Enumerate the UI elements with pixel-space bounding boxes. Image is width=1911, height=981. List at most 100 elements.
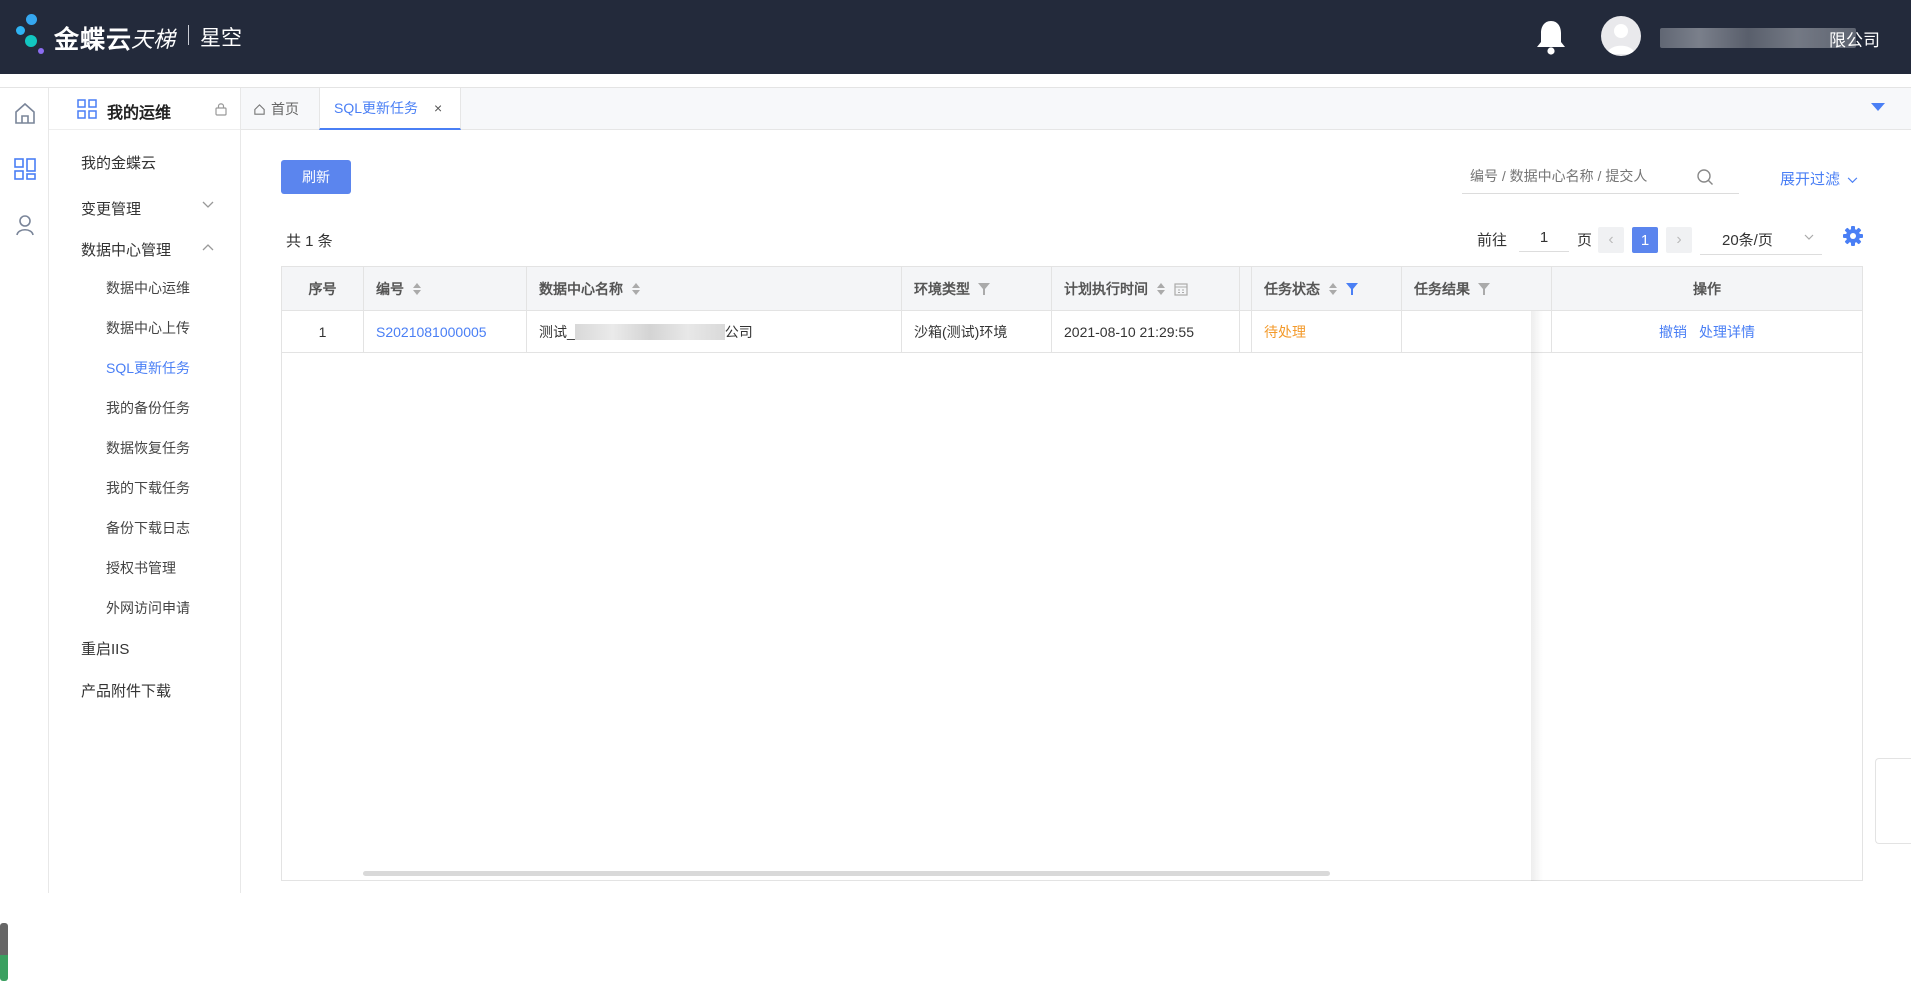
caret-down-icon[interactable] [1871, 103, 1885, 111]
chevron-down-icon[interactable] [202, 201, 214, 209]
col-task-status[interactable]: 任务状态 [1252, 267, 1402, 311]
home-icon [254, 103, 265, 115]
tab-sql-update-tasks-label: SQL更新任务 [334, 100, 419, 116]
expand-filter-button[interactable]: 展开过滤 [1780, 168, 1858, 189]
sql-task-table: 序号 编号 数据中心名称 环境类型 计划执行时间 任务状态 任务结果 操作 1 … [281, 266, 1863, 881]
table-row: 1 S2021081000005 测试_ 公司 沙箱(测试)环境 2021-08… [282, 311, 1862, 353]
col-actions-label: 操作 [1693, 281, 1721, 297]
sidebar-item-external-access-request[interactable]: 外网访问申请 [106, 598, 190, 618]
col-index: 序号 [282, 267, 364, 311]
side-float-panel[interactable] [1875, 758, 1911, 844]
search-icon[interactable] [1696, 168, 1714, 186]
prev-page-button[interactable]: ‹ [1598, 227, 1624, 253]
next-page-button[interactable]: › [1666, 227, 1692, 253]
sidebar-item-my-backup-tasks[interactable]: 我的备份任务 [106, 398, 190, 418]
refresh-button[interactable]: 刷新 [281, 160, 351, 194]
col-task-status-label: 任务状态 [1264, 281, 1320, 297]
cell-env-type: 沙箱(测试)环境 [902, 311, 1052, 353]
col-task-result-label: 任务结果 [1414, 281, 1470, 297]
filter-icon[interactable] [1478, 283, 1490, 295]
close-icon[interactable]: × [434, 100, 442, 116]
gear-icon[interactable] [1842, 225, 1864, 247]
calendar-icon[interactable] [1174, 282, 1188, 296]
chevron-up-icon[interactable] [202, 243, 214, 251]
current-page-button[interactable]: 1 [1632, 227, 1658, 253]
sidebar-title: 我的运维 [107, 105, 172, 122]
sidebar-item-my-kingdee[interactable]: 我的金蝶云 [81, 152, 156, 173]
dc-name-suffix: 公司 [724, 324, 753, 340]
sidebar-item-datacenter-upload[interactable]: 数据中心上传 [106, 318, 190, 338]
sidebar-item-datacenter-ops[interactable]: 数据中心运维 [106, 278, 190, 298]
brand-divider [188, 25, 189, 45]
col-env-type-label: 环境类型 [914, 281, 970, 297]
col-env-type[interactable]: 环境类型 [902, 267, 1052, 311]
cell-code: S2021081000005 [364, 311, 527, 353]
revoke-button[interactable]: 撤销 [1659, 322, 1687, 342]
goto-label: 前往 [1477, 232, 1508, 249]
total-count: 共 1 条 [286, 233, 333, 250]
col-code[interactable]: 编号 [364, 267, 527, 311]
sidebar-item-license-management[interactable]: 授权书管理 [106, 558, 176, 578]
sidebar-item-change-management[interactable]: 变更管理 [81, 198, 141, 219]
page-jump-input[interactable] [1519, 224, 1569, 252]
col-dc-name[interactable]: 数据中心名称 [527, 267, 902, 311]
cell-index: 1 [282, 311, 364, 353]
lock-icon[interactable] [215, 102, 227, 116]
fixed-column-shadow [1531, 311, 1543, 881]
sidebar-item-backup-download-log[interactable]: 备份下载日志 [106, 518, 190, 538]
sidebar-item-product-attachments[interactable]: 产品附件下载 [81, 680, 171, 701]
page-size-value: 20条/页 [1722, 232, 1773, 249]
bell-icon[interactable] [1533, 18, 1569, 56]
header-gap [0, 74, 1911, 88]
sort-icon[interactable] [1156, 282, 1166, 296]
cell-actions: 撤销 处理详情 [1552, 311, 1862, 353]
sidebar-item-my-download-tasks[interactable]: 我的下载任务 [106, 478, 190, 498]
sort-icon[interactable] [631, 282, 641, 296]
sort-icon[interactable] [412, 282, 422, 296]
cell-spacer [1240, 311, 1252, 353]
col-plan-time-label: 计划执行时间 [1064, 281, 1148, 297]
page-unit-label: 页 [1577, 232, 1593, 249]
tab-bar: 首页 SQL更新任务 × [241, 88, 1911, 130]
home-icon[interactable] [12, 100, 38, 126]
expand-filter-label: 展开过滤 [1780, 171, 1841, 188]
sidebar-item-datacenter-management[interactable]: 数据中心管理 [81, 239, 171, 260]
sidebar: 我的运维 我的金蝶云 变更管理 数据中心管理 数据中心运维 数据中心上传 SQL… [49, 88, 241, 893]
brand-name: 金蝶云 [54, 26, 133, 54]
user-company[interactable]: 限公司 [1829, 26, 1880, 51]
col-code-label: 编号 [376, 281, 404, 297]
search-input[interactable] [1462, 160, 1692, 192]
dashboard-icon[interactable] [12, 156, 38, 182]
brand-subname: 天梯 [131, 27, 176, 52]
sidebar-item-restart-iis[interactable]: 重启IIS [81, 638, 129, 659]
filter-icon[interactable] [1346, 283, 1358, 295]
page-size-select[interactable]: 20条/页 [1700, 223, 1822, 255]
user-name-blurred [1660, 28, 1856, 48]
col-spacer [1240, 267, 1252, 311]
sidebar-item-sql-update-tasks[interactable]: SQL更新任务 [106, 358, 190, 378]
icon-rail [0, 88, 49, 981]
tab-sql-update-tasks[interactable]: SQL更新任务 × [319, 88, 461, 130]
col-plan-time[interactable]: 计划执行时间 [1052, 267, 1240, 311]
status-badge: 待处理 [1264, 324, 1306, 340]
col-dc-name-label: 数据中心名称 [539, 281, 623, 297]
cell-dc-name: 测试_ 公司 [527, 311, 902, 353]
horizontal-scrollbar[interactable] [363, 871, 1330, 876]
sort-icon[interactable] [1328, 282, 1338, 296]
cell-plan-time: 2021-08-10 21:29:55 [1052, 311, 1240, 353]
cell-task-status: 待处理 [1252, 311, 1402, 353]
details-button[interactable]: 处理详情 [1699, 322, 1755, 342]
product-name: 星空 [200, 27, 242, 50]
user-icon[interactable] [12, 212, 38, 238]
task-code-link[interactable]: S2021081000005 [376, 324, 487, 340]
sidebar-item-data-restore-tasks[interactable]: 数据恢复任务 [106, 438, 190, 458]
filter-icon[interactable] [978, 283, 990, 295]
avatar[interactable] [1601, 16, 1641, 56]
cell-task-result [1402, 311, 1552, 353]
grid-icon [77, 99, 97, 119]
search-box [1462, 160, 1739, 194]
col-actions: 操作 [1552, 267, 1862, 311]
col-task-result[interactable]: 任务结果 [1402, 267, 1552, 311]
dc-name-blurred [574, 324, 725, 340]
tab-home[interactable]: 首页 [253, 88, 299, 130]
